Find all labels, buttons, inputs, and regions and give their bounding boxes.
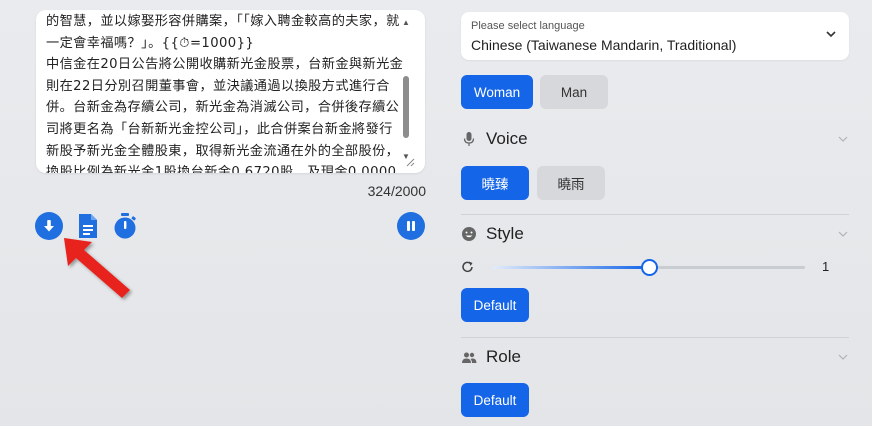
reset-icon[interactable]: [461, 260, 475, 274]
style-degree-value: 1: [822, 259, 830, 274]
language-select-value: Chinese (Taiwanese Mandarin, Traditional…: [471, 37, 737, 53]
role-default-button[interactable]: Default: [461, 383, 529, 417]
voice-section-header[interactable]: Voice: [461, 127, 849, 153]
style-default-button[interactable]: Default: [461, 288, 529, 322]
style-section-header[interactable]: Style: [461, 222, 849, 248]
text-editor[interactable]: 的智慧，並以嫁娶形容併購案，「「嫁入聘金較高的夫家，就一定會幸福嗎？」。{{⏱=…: [36, 10, 425, 173]
voice-section-title: Voice: [486, 129, 528, 148]
resize-grip-icon[interactable]: [405, 157, 415, 167]
people-icon: [462, 352, 477, 363]
chevron-down-icon: [838, 231, 848, 237]
section-divider: [461, 337, 849, 338]
download-circle-icon: [44, 220, 54, 232]
section-divider: [461, 214, 849, 215]
chevron-down-icon: [838, 136, 848, 142]
language-select-label: Please select language: [471, 20, 585, 32]
scroll-up-arrow-icon[interactable]: ▲: [401, 18, 411, 28]
chevron-down-icon: [838, 354, 848, 360]
download-button[interactable]: [35, 212, 63, 240]
text-editor-content[interactable]: 的智慧，並以嫁娶形容併購案，「「嫁入聘金較高的夫家，就一定會幸福嗎？」。{{⏱=…: [46, 11, 406, 173]
style-degree-slider[interactable]: [492, 259, 805, 276]
scroll-thumb[interactable]: [403, 76, 409, 138]
gender-man-button[interactable]: Man: [540, 75, 608, 109]
role-section-header[interactable]: Role: [461, 345, 849, 371]
editor-scrollbar[interactable]: ▲ ▼: [401, 18, 411, 162]
smiley-face-icon: [462, 227, 476, 241]
style-section-title: Style: [486, 224, 524, 243]
style-degree-slider-fill: [492, 266, 649, 269]
pause-circle-icon: [407, 221, 415, 231]
gender-woman-button[interactable]: Woman: [461, 75, 533, 109]
language-select[interactable]: Please select language Chinese (Taiwanes…: [461, 12, 849, 60]
style-degree-slider-thumb[interactable]: [640, 259, 658, 276]
voice-option-xiaoyu[interactable]: 曉雨: [537, 166, 605, 200]
role-section-title: Role: [486, 347, 521, 366]
annotation-arrow-icon: [64, 238, 130, 298]
voice-option-xiaozhen[interactable]: 曉臻: [461, 166, 529, 200]
chevron-down-icon: [826, 31, 836, 38]
pause-button[interactable]: [397, 212, 425, 240]
microphone-icon: [463, 132, 475, 146]
character-counter: 324/2000: [367, 183, 426, 199]
